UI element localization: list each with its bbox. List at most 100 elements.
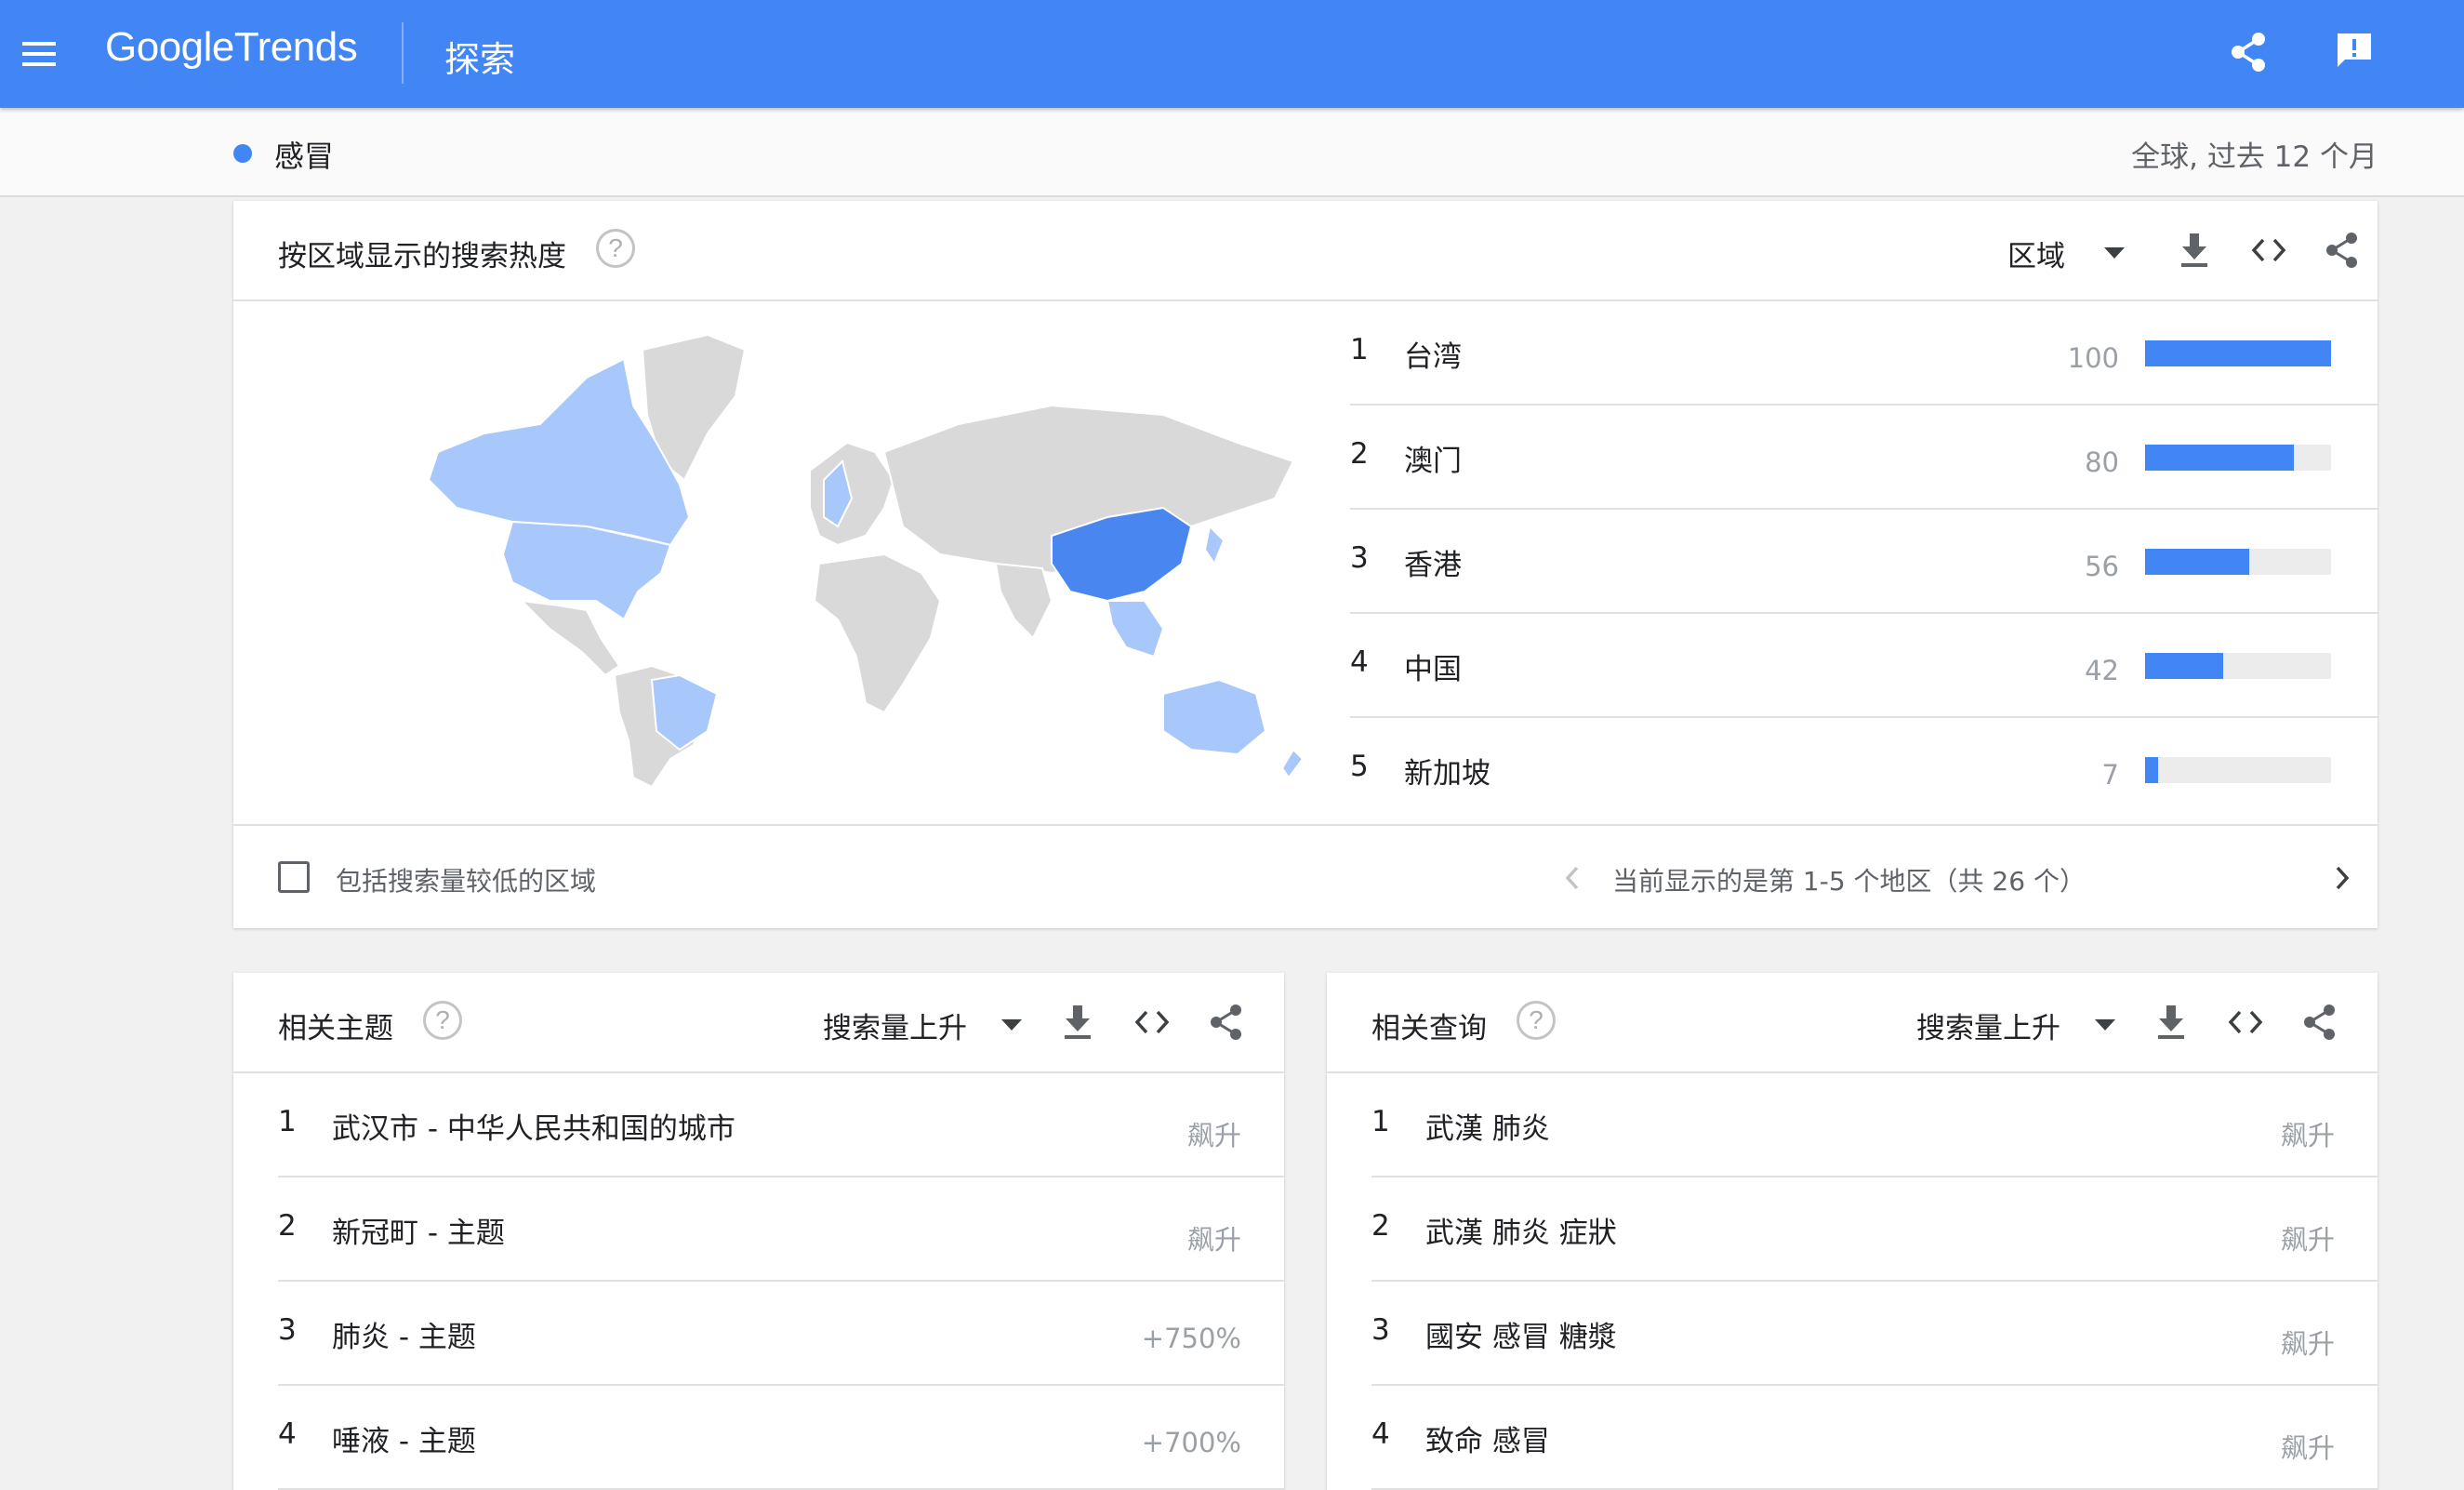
item-value: 飙升	[1186, 1120, 1241, 1151]
dropdown-caret-icon[interactable]	[1001, 1019, 1022, 1031]
logo-google-text: Google	[105, 24, 234, 70]
sort-dropdown[interactable]: 搜索量上升	[823, 1004, 967, 1046]
page-title: 探索	[444, 39, 516, 80]
region-rank: 4	[1350, 645, 1369, 679]
help-icon[interactable]: ?	[1517, 1001, 1556, 1040]
item-value: 飙升	[1186, 1224, 1241, 1256]
region-name: 中国	[1404, 653, 1462, 686]
embed-code-icon[interactable]	[1129, 999, 1175, 1045]
list-item[interactable]: 1 武汉市 - 中华人民共和国的城市 飙升	[278, 1073, 1284, 1177]
list-item[interactable]: 4 致命 感冒 飙升	[1371, 1386, 2378, 1490]
list-item[interactable]: 3 國安 感冒 糖漿 飙升	[1371, 1282, 2378, 1386]
include-low-volume-label[interactable]: 包括搜索量较低的区域	[336, 861, 596, 898]
region-row[interactable]: 5 新加坡 7	[1350, 718, 2378, 822]
chevron-left-icon[interactable]	[1554, 859, 1591, 897]
card-title: 相关主题	[278, 1012, 393, 1045]
region-bar	[2145, 757, 2331, 783]
share-icon[interactable]	[2297, 999, 2343, 1045]
item-rank: 3	[278, 1313, 297, 1347]
share-icon[interactable]	[2319, 227, 2365, 273]
region-value: 80	[2085, 446, 2119, 478]
include-low-volume-checkbox[interactable]	[278, 861, 310, 893]
region-rank: 5	[1350, 750, 1369, 783]
feedback-icon[interactable]	[2325, 20, 2384, 80]
item-text: 新冠町 - 主题	[332, 1217, 505, 1250]
region-name: 澳门	[1404, 445, 1462, 478]
card-header: 相关查询 ? 搜索量上升	[1327, 973, 2378, 1073]
region-bar	[2145, 549, 2331, 575]
region-bar-fill	[2145, 549, 2249, 575]
region-row[interactable]: 4 中国 42	[1350, 614, 2378, 718]
region-rank: 1	[1350, 333, 1369, 366]
region-bar	[2145, 445, 2331, 471]
region-name: 台湾	[1404, 340, 1462, 374]
download-icon[interactable]	[2148, 999, 2194, 1045]
item-rank: 2	[1371, 1209, 1390, 1243]
region-bar-fill	[2145, 653, 2223, 679]
region-row[interactable]: 1 台湾 100	[1350, 301, 2378, 406]
item-text: 武汉市 - 中华人民共和国的城市	[332, 1112, 735, 1146]
dropdown-caret-icon[interactable]	[2104, 247, 2125, 259]
scope-label[interactable]: 全球, 过去 12 个月	[2131, 133, 2378, 175]
item-value: +700%	[1141, 1427, 1241, 1458]
item-rank: 1	[1371, 1105, 1390, 1138]
related-topics-card: 相关主题 ? 搜索量上升 1 武汉市 - 中华人民共和国的城市 飙升 2 新冠町…	[233, 973, 1284, 1490]
header-divider	[402, 22, 404, 84]
list-item[interactable]: 4 唾液 - 主题 +700%	[278, 1386, 1284, 1490]
item-rank: 4	[278, 1417, 297, 1451]
item-value: +750%	[1141, 1323, 1241, 1354]
list-item[interactable]: 3 肺炎 - 主题 +750%	[278, 1282, 1284, 1386]
logo-trends-text: Trends	[233, 24, 358, 70]
item-rank: 4	[1371, 1417, 1390, 1451]
region-value: 56	[2085, 551, 2119, 582]
item-text: 唾液 - 主题	[332, 1425, 476, 1458]
pager-status: 当前显示的是第 1-5 个地区（共 26 个）	[1612, 866, 2086, 897]
app-bar: GoogleTrends 探索	[0, 0, 2464, 108]
item-text: 致命 感冒	[1425, 1425, 1550, 1458]
comparison-bar: 感冒 全球, 过去 12 个月	[0, 108, 2464, 197]
resolution-dropdown[interactable]: 区域	[2007, 233, 2065, 274]
list-item[interactable]: 2 武漢 肺炎 症狀 飙升	[1371, 1177, 2378, 1282]
region-bar-fill	[2145, 340, 2331, 366]
region-rank: 2	[1350, 437, 1369, 471]
dropdown-caret-icon[interactable]	[2095, 1019, 2115, 1031]
item-rank: 1	[278, 1105, 297, 1138]
embed-code-icon[interactable]	[2245, 227, 2292, 273]
sort-dropdown[interactable]: 搜索量上升	[1916, 1004, 2060, 1046]
share-icon[interactable]	[2219, 22, 2278, 82]
card-title: 相关查询	[1371, 1012, 1487, 1045]
card-title: 按区域显示的搜索热度	[278, 240, 566, 273]
card-footer: 包括搜索量较低的区域 当前显示的是第 1-5 个地区（共 26 个）	[233, 824, 2378, 928]
google-trends-logo[interactable]: GoogleTrends	[105, 24, 358, 71]
item-text: 國安 感冒 糖漿	[1425, 1321, 1617, 1354]
search-term[interactable]: 感冒	[274, 133, 334, 176]
help-icon[interactable]: ?	[423, 1001, 462, 1040]
download-icon[interactable]	[2171, 227, 2218, 273]
region-name: 香港	[1404, 549, 1462, 582]
download-icon[interactable]	[1054, 999, 1101, 1045]
region-value: 42	[2085, 655, 2119, 686]
help-icon[interactable]: ?	[596, 229, 635, 268]
item-text: 肺炎 - 主题	[332, 1321, 476, 1354]
item-rank: 2	[278, 1209, 297, 1243]
region-value: 7	[2101, 759, 2119, 791]
region-row[interactable]: 3 香港 56	[1350, 510, 2378, 614]
card-header: 按区域显示的搜索热度 ? 区域	[233, 201, 2378, 301]
region-row[interactable]: 2 澳门 80	[1350, 406, 2378, 510]
list-item[interactable]: 2 新冠町 - 主题 飙升	[278, 1177, 1284, 1282]
region-bar	[2145, 340, 2331, 366]
share-icon[interactable]	[1203, 999, 1250, 1045]
region-bar	[2145, 653, 2331, 679]
list-item[interactable]: 1 武漢 肺炎 飙升	[1371, 1073, 2378, 1177]
menu-icon[interactable]	[11, 26, 67, 82]
embed-code-icon[interactable]	[2222, 999, 2269, 1045]
item-rank: 3	[1371, 1313, 1390, 1347]
chevron-right-icon[interactable]	[2324, 859, 2361, 897]
region-name: 新加坡	[1404, 757, 1490, 791]
item-value: 飙升	[2280, 1120, 2335, 1151]
region-bar-fill	[2145, 757, 2158, 783]
item-text: 武漢 肺炎	[1425, 1112, 1550, 1146]
term-color-dot	[233, 144, 252, 163]
region-bar-fill	[2145, 445, 2294, 471]
world-map[interactable]	[401, 322, 1405, 805]
